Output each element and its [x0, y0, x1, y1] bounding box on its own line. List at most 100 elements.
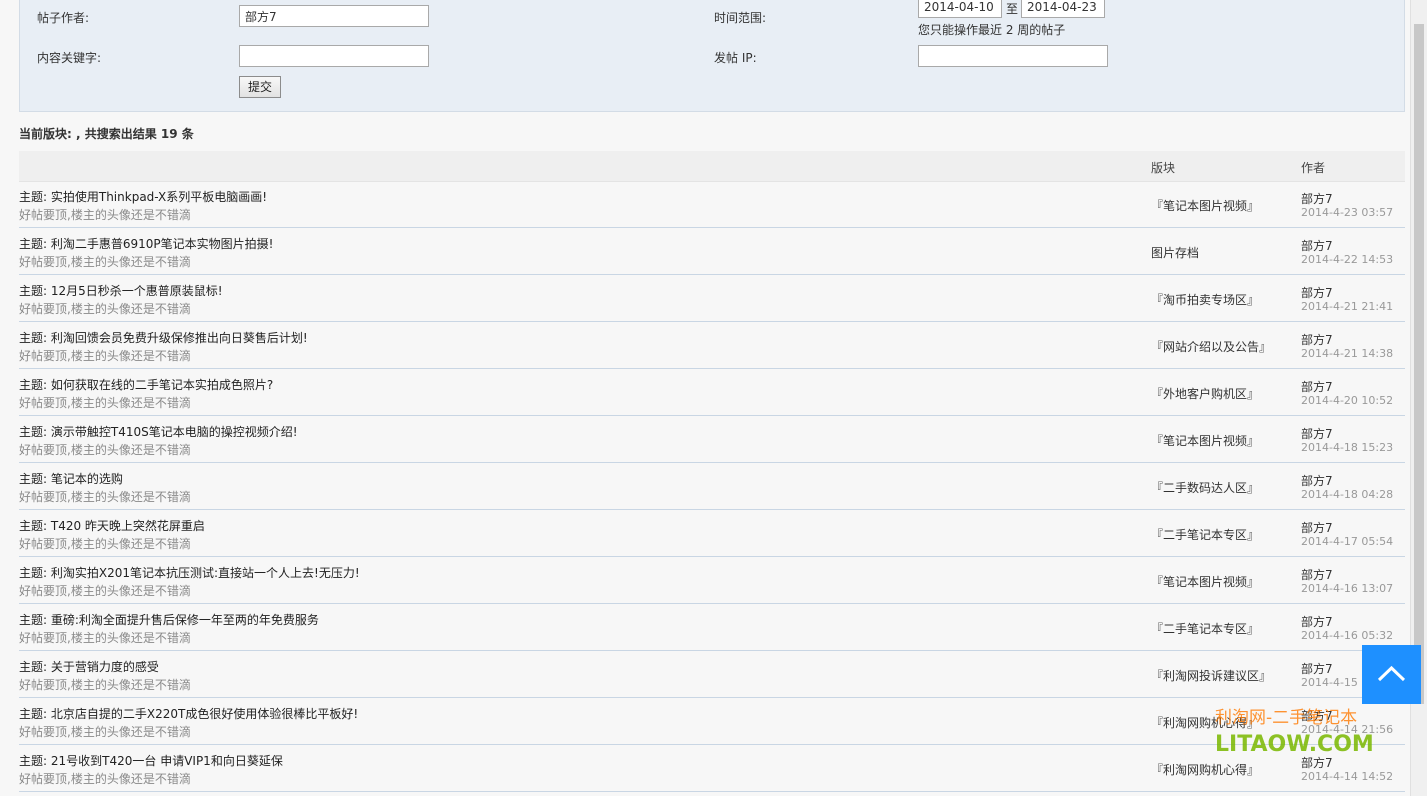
row-subject: 主题: 利淘二手惠普6910P笔记本实物图片拍摄!	[19, 235, 273, 252]
subject-link[interactable]: 实拍使用Thinkpad-X系列平板电脑画画!	[51, 190, 267, 204]
row-board-link[interactable]: 『外地客户购机区』	[1151, 385, 1259, 402]
row-subject: 主题: 关于营销力度的感受	[19, 658, 159, 675]
col-author-header: 作者	[1301, 161, 1326, 175]
row-board-link[interactable]: 『利淘网投诉建议区』	[1151, 667, 1271, 684]
row-subject: 主题: 重磅:利淘全面提升售后保修一年至两的年免费服务	[19, 611, 319, 628]
row-author-link[interactable]: 部方7	[1301, 331, 1333, 348]
subject-link[interactable]: 如何获取在线的二手笔记本实拍成色照片?	[51, 378, 273, 392]
row-author-link[interactable]: 部方7	[1301, 237, 1333, 254]
row-board-link[interactable]: 『笔记本图片视频』	[1151, 197, 1259, 214]
row-signature: 好帖要顶,楼主的头像还是不错滴	[19, 631, 191, 645]
ip-label: 发帖 IP:	[714, 51, 757, 65]
date-from-input[interactable]	[918, 0, 1002, 18]
table-row: 主题: 笔记本的选购 好帖要顶,楼主的头像还是不错滴 『二手数码达人区』 部方7 201…	[19, 463, 1405, 510]
table-row: 主题: T420 昨天晚上突然花屏重启 好帖要顶,楼主的头像还是不错滴 『二手笔记本…	[19, 510, 1405, 557]
subject-link[interactable]: 利淘回馈会员免费升级保修推出向日葵售后计划!	[51, 331, 308, 345]
subject-link[interactable]: 21号收到T420一台 申请VIP1和向日葵延保	[51, 754, 283, 768]
row-author-link[interactable]: 部方7	[1301, 519, 1333, 536]
table-row: 主题: 21号收到T420一台 申请VIP1和向日葵延保好帖要顶,楼主的头像还是…	[19, 745, 1405, 792]
table-row: 主题: 利淘二手惠普6910P笔记本实物图片拍摄! 好帖要顶,楼主的头像还是不错滴…	[19, 228, 1405, 275]
row-author-link[interactable]: 部方7	[1301, 707, 1333, 724]
row-subject: 主题: 12月5日秒杀一个惠普原装鼠标!	[19, 282, 223, 299]
row-board-link[interactable]: 『笔记本图片视频』	[1151, 573, 1259, 590]
subject-link[interactable]: 关于营销力度的感受	[51, 660, 159, 674]
row-subject: 主题: 实拍使用Thinkpad-X系列平板电脑画画!	[19, 188, 267, 205]
row-date: 2014-4-18 15:23	[1301, 441, 1394, 454]
row-signature: 好帖要顶,楼主的头像还是不错滴	[19, 490, 191, 504]
row-signature: 好帖要顶,楼主的头像还是不错滴	[19, 255, 191, 269]
subject-link[interactable]: T420 昨天晚上突然花屏重启	[51, 519, 205, 533]
row-date: 2014-4-16 05:32	[1301, 629, 1394, 642]
author-input[interactable]	[239, 5, 429, 27]
subject-prefix: 主题:	[19, 472, 48, 486]
keyword-input[interactable]	[239, 45, 429, 67]
subject-prefix: 主题:	[19, 378, 48, 392]
row-signature: 好帖要顶,楼主的头像还是不错滴	[19, 208, 191, 222]
row-board-link[interactable]: 『笔记本图片视频』	[1151, 432, 1259, 449]
subject-link[interactable]: 重磅:利淘全面提升售后保修一年至两的年免费服务	[51, 613, 319, 627]
keyword-label: 内容关键字:	[37, 51, 102, 65]
subject-prefix: 主题:	[19, 613, 48, 627]
row-date: 2014-4-22 14:53	[1301, 253, 1394, 266]
row-signature: 好帖要顶,楼主的头像还是不错滴	[19, 443, 191, 457]
row-board-link[interactable]: 『二手数码达人区』	[1151, 479, 1259, 496]
subject-prefix: 主题:	[19, 566, 48, 580]
subject-link[interactable]: 利淘二手惠普6910P笔记本实物图片拍摄!	[51, 237, 274, 251]
subject-prefix: 主题:	[19, 754, 48, 768]
row-board-link[interactable]: 『网站介绍以及公告』	[1151, 338, 1271, 355]
row-signature: 好帖要顶,楼主的头像还是不错滴	[19, 537, 191, 551]
subject-link[interactable]: 演示带触控T410S笔记本电脑的操控视频介绍!	[51, 425, 298, 439]
col-board-header: 版块	[1151, 161, 1176, 175]
row-author-link[interactable]: 部方7	[1301, 566, 1333, 583]
table-header: 版块 作者	[19, 151, 1405, 182]
ip-input[interactable]	[918, 45, 1108, 67]
back-to-top-button[interactable]	[1362, 645, 1421, 704]
subject-prefix: 主题:	[19, 707, 48, 721]
subject-link[interactable]: 12月5日秒杀一个惠普原装鼠标!	[51, 284, 223, 298]
row-subject: 主题: 演示带触控T410S笔记本电脑的操控视频介绍!	[19, 423, 298, 440]
subject-prefix: 主题:	[19, 660, 48, 674]
result-summary: 当前版块: , 共搜索出结果 19 条	[19, 127, 194, 141]
row-board-link[interactable]: 『二手笔记本专区』	[1151, 620, 1259, 637]
row-signature: 好帖要顶,楼主的头像还是不错滴	[19, 584, 191, 598]
row-date: 2014-4-14 14:52	[1301, 770, 1394, 783]
row-board-link[interactable]: 『淘币拍卖专场区』	[1151, 291, 1259, 308]
row-author-link[interactable]: 部方7	[1301, 378, 1333, 395]
row-board-link[interactable]: 『利淘网购机心得』	[1151, 761, 1259, 778]
row-date: 2014-4-21 21:41	[1301, 300, 1394, 313]
row-signature: 好帖要顶,楼主的头像还是不错滴	[19, 772, 191, 786]
subject-link[interactable]: 利淘实拍X201笔记本抗压测试:直接站一个人上去!无压力!	[51, 566, 360, 580]
row-subject: 主题: 利淘回馈会员免费升级保修推出向日葵售后计划!	[19, 329, 308, 346]
row-board-link[interactable]: 『利淘网购机心得』	[1151, 714, 1259, 731]
subject-link[interactable]: 笔记本的选购	[51, 472, 123, 486]
scrollbar-thumb[interactable]	[1414, 24, 1424, 704]
table-row: 主题: 实拍使用Thinkpad-X系列平板电脑画画! 好帖要顶,楼主的头像还是不…	[19, 181, 1405, 228]
table-row: 主题: 演示带触控T410S笔记本电脑的操控视频介绍! 好帖要顶,楼主的头像还是不…	[19, 416, 1405, 463]
subject-link[interactable]: 北京店自提的二手X220T成色很好使用体验很棒比平板好!	[51, 707, 358, 721]
date-separator: 至	[1006, 2, 1019, 16]
row-author-link[interactable]: 部方7	[1301, 754, 1333, 771]
subject-prefix: 主题:	[19, 331, 48, 345]
row-date: 2014-4-17 05:54	[1301, 535, 1394, 548]
row-author-link[interactable]: 部方7	[1301, 660, 1333, 677]
submit-button[interactable]: 提交	[239, 76, 282, 98]
row-author-link[interactable]: 部方7	[1301, 284, 1333, 301]
row-author-link[interactable]: 部方7	[1301, 425, 1333, 442]
chevron-up-icon	[1377, 665, 1406, 682]
row-subject: 主题: T420 昨天晚上突然花屏重启	[19, 517, 205, 534]
row-subject: 主题: 笔记本的选购	[19, 470, 123, 487]
row-date: 2014-4-16 13:07	[1301, 582, 1394, 595]
time-range-hint: 您只能操作最近 2 周的帖子	[918, 23, 1066, 37]
row-author-link[interactable]: 部方7	[1301, 472, 1333, 489]
table-row: 主题: 利淘回馈会员免费升级保修推出向日葵售后计划! 好帖要顶,楼主的头像还是不错…	[19, 322, 1405, 369]
row-author-link[interactable]: 部方7	[1301, 613, 1333, 630]
date-to-input[interactable]	[1021, 0, 1105, 18]
table-row: 主题: 12月5日秒杀一个惠普原装鼠标! 好帖要顶,楼主的头像还是不错滴 『淘币拍卖…	[19, 275, 1405, 322]
row-subject: 主题: 如何获取在线的二手笔记本实拍成色照片?	[19, 376, 273, 393]
row-board-link[interactable]: 图片存档	[1151, 244, 1199, 261]
row-signature: 好帖要顶,楼主的头像还是不错滴	[19, 678, 191, 692]
row-subject: 主题: 利淘实拍X201笔记本抗压测试:直接站一个人上去!无压力!	[19, 564, 360, 581]
row-author-link[interactable]: 部方7	[1301, 190, 1333, 207]
row-board-link[interactable]: 『二手笔记本专区』	[1151, 526, 1259, 543]
row-subject: 主题: 北京店自提的二手X220T成色很好使用体验很棒比平板好!	[19, 705, 358, 722]
